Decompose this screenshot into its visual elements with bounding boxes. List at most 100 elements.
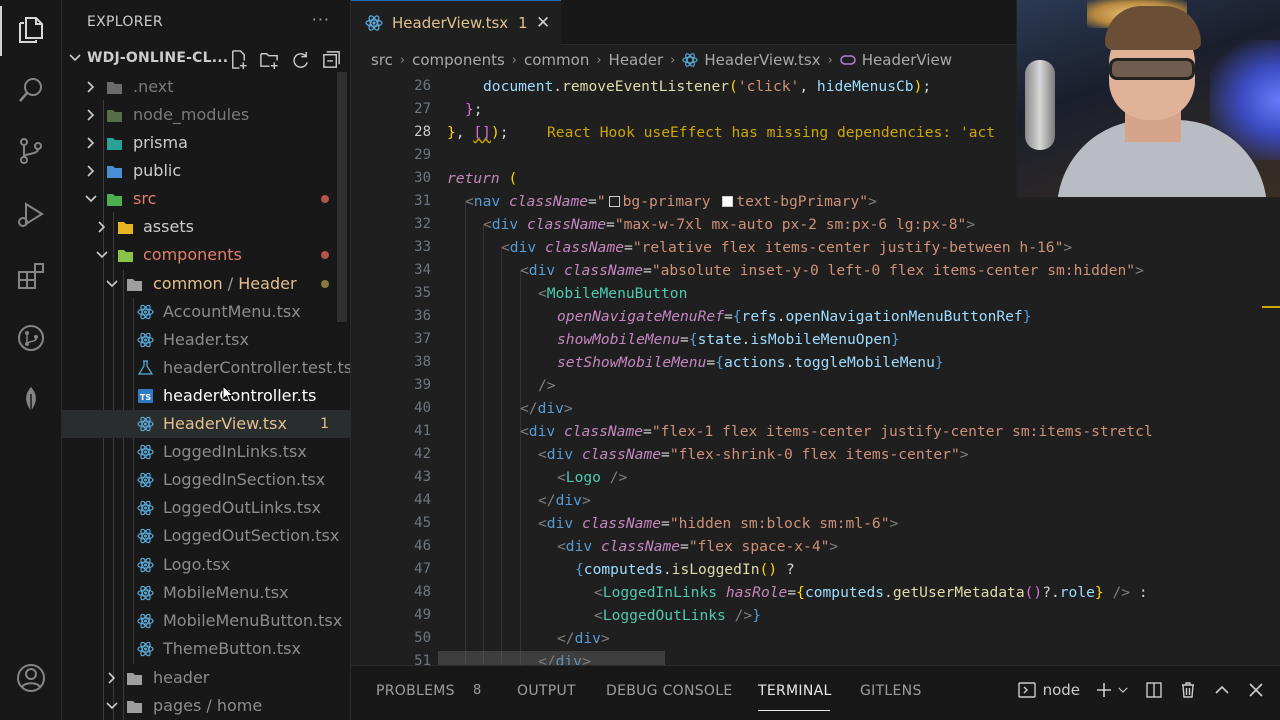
- breadcrumb-item[interactable]: HeaderView.tsx: [704, 51, 820, 69]
- modified-dot: [321, 280, 329, 288]
- code-line: 37 showMobileMenu={state.isMobileMenuOpen…: [414, 331, 900, 348]
- tree-item-header[interactable]: Header.tsx: [62, 326, 350, 354]
- code-line: 39/>: [414, 377, 556, 394]
- symbol-function-icon: [840, 55, 856, 65]
- plus-icon[interactable]: [1094, 680, 1114, 700]
- tree-item-loggedoutsection[interactable]: LoggedOutSection.tsx: [62, 522, 350, 550]
- breadcrumb-item[interactable]: components: [412, 51, 505, 69]
- breadcrumb-item[interactable]: common: [524, 51, 589, 69]
- bottom-panel: PROBLEMS 8 OUTPUT DEBUG CONSOLE TERMINAL…: [351, 665, 1280, 720]
- chevron-down-icon: [106, 280, 118, 288]
- tree-item-themebutton[interactable]: ThemeButton.tsx: [62, 635, 350, 663]
- tree-item-headercontroller[interactable]: TS headerController.ts: [62, 382, 350, 410]
- tab-debug-console[interactable]: DEBUG CONSOLE: [606, 683, 733, 699]
- code-line: 44 </div>: [414, 492, 591, 509]
- folder-icon: [107, 82, 122, 94]
- collapse-all-icon[interactable]: [321, 49, 342, 70]
- chevron-up-icon[interactable]: [1212, 680, 1232, 700]
- tree-item-components[interactable]: components: [62, 241, 350, 269]
- code-line: 41 <div className="flex-1 flex items-cent…: [414, 423, 1153, 440]
- trash-icon[interactable]: [1178, 680, 1198, 700]
- code-line: 34 <div className="absolute inset-y-0 lef…: [414, 262, 1144, 279]
- tab-label: HeaderView.tsx: [392, 14, 509, 32]
- react-icon: [137, 500, 154, 516]
- tree-item-common-header[interactable]: common / Header: [62, 270, 350, 298]
- tree-item-mobilemenubutton[interactable]: MobileMenuButton.tsx: [62, 607, 350, 635]
- chevron-right-icon: ›: [827, 52, 833, 68]
- horizontal-scrollbar[interactable]: [438, 651, 665, 665]
- react-icon: [137, 557, 154, 573]
- tree-item-headerview[interactable]: HeaderView.tsx 1: [62, 410, 350, 438]
- folder-open-icon: [127, 701, 142, 713]
- gitlens-icon[interactable]: [13, 320, 49, 356]
- code-line: 49 <LoggedOutLinks />}: [414, 607, 761, 624]
- tab-output[interactable]: OUTPUT: [517, 683, 576, 699]
- tab-terminal[interactable]: TERMINAL: [758, 683, 832, 699]
- tree-item-node-modules[interactable]: node_modules: [62, 101, 350, 129]
- source-control-icon[interactable]: [13, 133, 49, 169]
- typescript-icon: TS: [138, 389, 153, 403]
- tab-problems[interactable]: PROBLEMS: [376, 683, 455, 699]
- tree-item-accountmenu[interactable]: AccountMenu.tsx: [62, 298, 350, 326]
- tree-item-logo[interactable]: Logo.tsx: [62, 551, 350, 579]
- run-debug-icon[interactable]: [13, 196, 49, 232]
- tree-item-label: assets: [143, 217, 194, 236]
- chevron-right-icon: [87, 137, 95, 149]
- modified-dot: [321, 195, 329, 203]
- chevron-right-icon: [98, 221, 106, 233]
- extensions-icon[interactable]: [13, 258, 49, 294]
- split-terminal-icon[interactable]: [1144, 680, 1164, 700]
- explorer-icon[interactable]: [13, 12, 49, 48]
- chevron-right-icon: [87, 109, 95, 121]
- sidebar-scrollbar[interactable]: [337, 72, 347, 322]
- code-line: 33 <div className="relative flex items-ce…: [414, 239, 1073, 256]
- code-line: 45 <div className="hidden sm:block sm:ml-…: [414, 515, 899, 532]
- tree-item-loggedoutlinks[interactable]: LoggedOutLinks.tsx: [62, 494, 350, 522]
- react-icon: [682, 53, 698, 67]
- search-icon[interactable]: [13, 72, 49, 108]
- tree-item-pages-home[interactable]: pages / home: [62, 692, 350, 720]
- tab-headerview[interactable]: HeaderView.tsx 1 ✕: [351, 0, 561, 45]
- tree-item-label: LoggedInLinks.tsx: [163, 442, 307, 461]
- active-tab-underline: [758, 710, 830, 711]
- terminal-name[interactable]: node: [1043, 681, 1080, 699]
- tree-item-label: .next: [133, 77, 174, 96]
- project-header[interactable]: WDJ-ONLINE-CL...: [62, 45, 350, 73]
- tree-item-header-folder[interactable]: header: [62, 664, 350, 692]
- tree-item-src[interactable]: src: [62, 185, 350, 213]
- refresh-icon[interactable]: [290, 49, 311, 70]
- tree-item-prisma[interactable]: prisma: [62, 129, 350, 157]
- folder-open-icon: [127, 279, 142, 291]
- tree-item-label: prisma: [133, 133, 188, 152]
- tree-item-label: LoggedOutSection.tsx: [163, 526, 340, 545]
- account-icon[interactable]: [13, 660, 49, 696]
- mongodb-leaf-icon[interactable]: [13, 382, 49, 418]
- tree-item-label: HeaderView.tsx: [163, 414, 287, 433]
- chevron-down-icon[interactable]: [1116, 680, 1130, 700]
- tree-item-headercontroller-test[interactable]: headerController.test.ts: [62, 354, 351, 382]
- new-file-icon[interactable]: [228, 49, 249, 70]
- breadcrumb-item[interactable]: Header: [609, 51, 664, 69]
- tree-item-loggedinlinks[interactable]: LoggedInLinks.tsx: [62, 438, 350, 466]
- tree-item-next[interactable]: .next: [62, 73, 350, 101]
- new-folder-icon[interactable]: [259, 49, 280, 70]
- tree-item-label: headerController.test.ts: [163, 358, 351, 377]
- webcam-overlay: [1016, 0, 1280, 198]
- tab-gitlens[interactable]: GITLENS: [860, 683, 922, 699]
- tree-item-label: components: [143, 245, 242, 264]
- tree-item-public[interactable]: public: [62, 157, 350, 185]
- tree-item-loggedinsection[interactable]: LoggedInSection.tsx: [62, 466, 350, 494]
- breadcrumb-item[interactable]: HeaderView: [862, 51, 952, 69]
- folder-icon: [107, 138, 122, 150]
- close-icon[interactable]: ✕: [536, 13, 550, 33]
- folder-icon: [107, 110, 122, 122]
- more-actions-icon[interactable]: ···: [312, 10, 330, 29]
- problem-count-badge: 1: [320, 416, 329, 432]
- breadcrumb-item[interactable]: src: [371, 51, 393, 69]
- tree-item-assets[interactable]: assets: [62, 213, 350, 241]
- react-icon: [137, 304, 154, 320]
- tree-item-mobilemenu[interactable]: MobileMenu.tsx: [62, 579, 350, 607]
- close-icon[interactable]: [1246, 680, 1266, 700]
- tree-item-label: headerController.ts: [163, 386, 317, 405]
- activity-bar: [0, 0, 62, 720]
